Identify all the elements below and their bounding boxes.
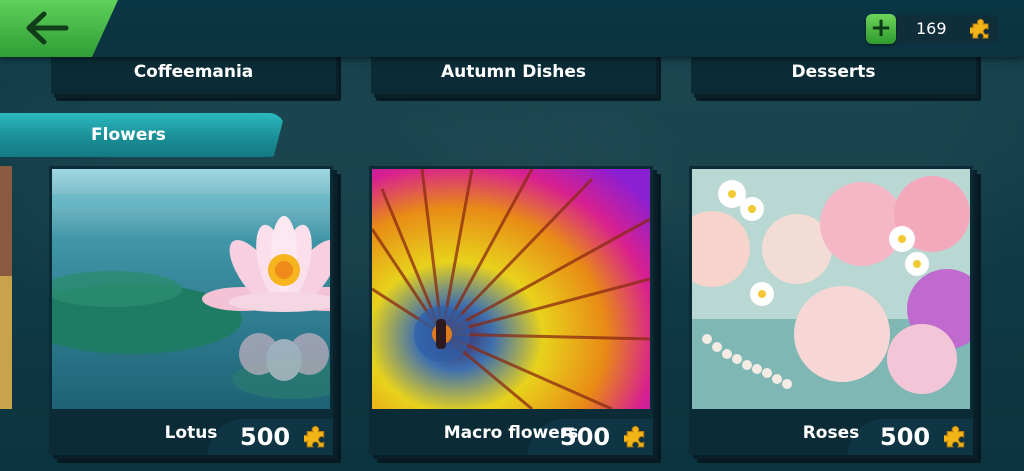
section-title: Flowers: [91, 125, 166, 145]
back-button[interactable]: [0, 0, 118, 57]
top-bar: + 169: [0, 0, 1024, 57]
add-coins-button[interactable]: +: [866, 14, 896, 44]
puzzle-thumbnail-roses: [692, 169, 970, 409]
partial-puzzle-card[interactable]: [0, 166, 12, 409]
puzzle-piece-icon: [970, 18, 989, 39]
coin-count: 169: [916, 19, 947, 38]
puzzle-thumbnail-macro-flowers: [372, 169, 650, 409]
coin-balance: + 169: [866, 14, 998, 44]
category-label: Desserts: [791, 62, 876, 82]
puzzle-card-lotus[interactable]: 500 Lotus: [49, 166, 333, 455]
puzzle-title: Lotus: [164, 423, 218, 443]
section-header-flowers: Flowers: [0, 113, 285, 157]
puzzle-thumbnail-lotus: [52, 169, 330, 409]
puzzle-title: Roses: [802, 423, 860, 443]
puzzle-card-macro-flowers[interactable]: 500 Macro flowers: [369, 166, 653, 455]
category-label: Autumn Dishes: [440, 62, 587, 82]
puzzle-card-roses[interactable]: 500 Roses: [689, 166, 973, 455]
arrow-left-icon: [26, 11, 69, 45]
puzzle-title: Macro flowers: [443, 423, 579, 443]
plus-icon: +: [870, 13, 892, 43]
category-label: Coffeemania: [133, 62, 254, 82]
